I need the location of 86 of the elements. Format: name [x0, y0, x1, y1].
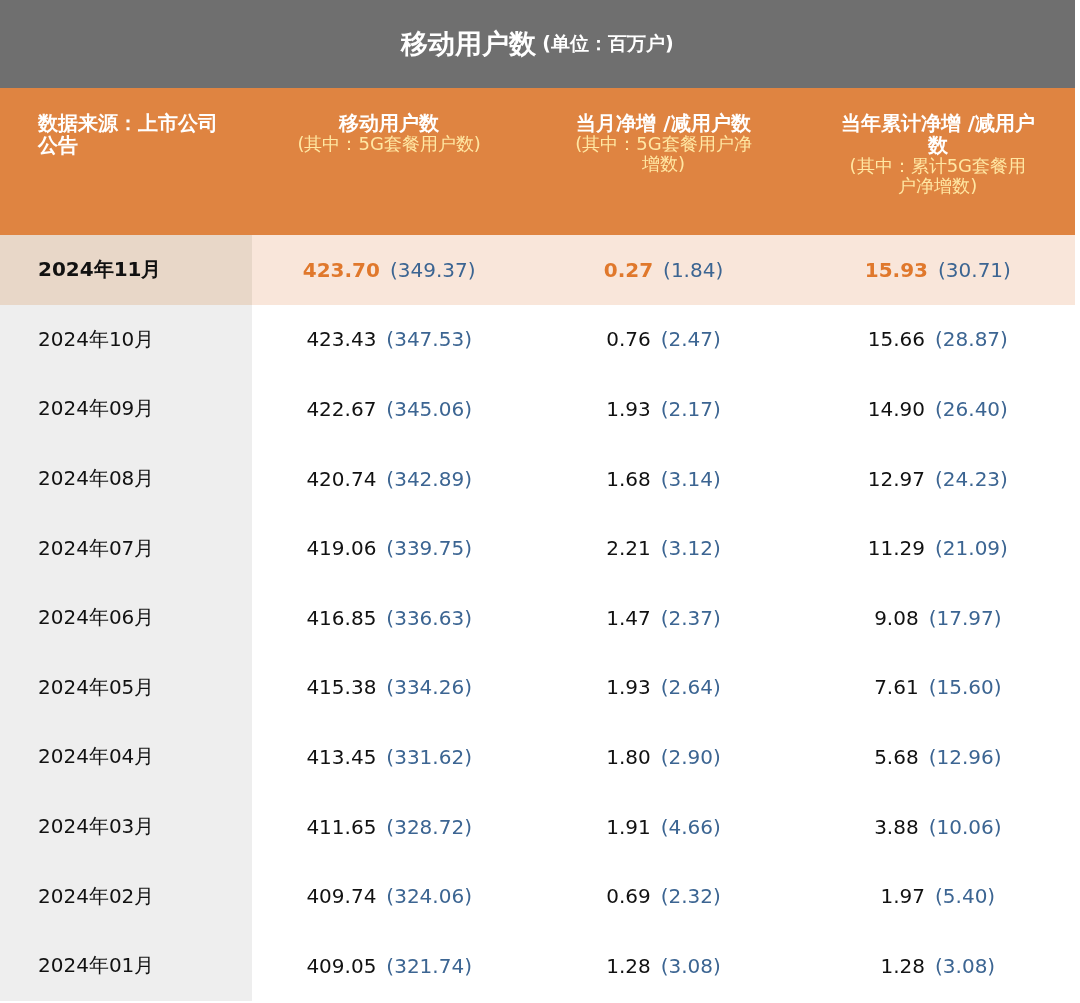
value-text: 1.97 [880, 884, 925, 909]
5g-value-text: (30.71) [938, 257, 1011, 282]
5g-value-text: (347.53) [386, 327, 472, 352]
5g-value-text: (17.97) [928, 605, 1002, 630]
value-text: 423.70 [302, 257, 380, 282]
5g-value-text: (26.40) [935, 397, 1008, 421]
month-cell: 2024年07月 [0, 513, 252, 583]
5g-value-text: (2.32) [660, 884, 721, 909]
value-text: 0.76 [606, 327, 651, 352]
5g-value-text: (4.66) [660, 814, 721, 839]
5g-value-text: (28.87) [935, 327, 1008, 352]
value-text: 15.93 [864, 257, 928, 282]
value-text: 416.85 [306, 605, 377, 630]
5g-value-text: (21.09) [935, 536, 1008, 561]
5g-value-text: (15.60) [928, 675, 1002, 700]
value-text: 1.28 [606, 953, 651, 978]
column-header: 当月净增 /减用户数 [576, 112, 751, 134]
5g-value-text: (3.08) [660, 953, 721, 978]
value-text: 422.67 [306, 397, 377, 421]
5g-value-text: (2.47) [660, 327, 721, 352]
column-header: 移动用户数 [339, 112, 440, 134]
value-text: 419.06 [306, 536, 377, 561]
value-text: 14.90 [867, 397, 925, 421]
value-text: 1.28 [880, 953, 925, 978]
value-text: 1.47 [606, 605, 651, 630]
5g-value-text: (2.37) [660, 605, 721, 630]
value-text: 413.45 [306, 744, 377, 769]
month-cell: 2024年02月 [0, 861, 252, 931]
month-cell: 2024年10月 [0, 304, 252, 375]
5g-value-text: (324.06) [386, 884, 472, 909]
5g-value-text: (2.64) [660, 675, 721, 700]
value-text: 409.05 [306, 953, 377, 978]
5g-value-text: (345.06) [386, 397, 472, 421]
5g-value-text: (328.72) [386, 814, 472, 839]
value-text: 1.93 [606, 675, 651, 700]
column-note: (其中：5G套餐用户净增数) [574, 134, 753, 174]
value-text: 415.38 [306, 675, 377, 700]
value-text: 420.74 [306, 466, 377, 491]
value-text: 15.66 [867, 327, 925, 352]
5g-value-text: (342.89) [386, 466, 472, 491]
month-cell: 2024年05月 [0, 652, 252, 723]
month-cell: 2024年04月 [0, 722, 252, 792]
value-text: 1.80 [606, 744, 651, 769]
column-note: (其中：累计5G套餐用户净增数) [848, 156, 1028, 196]
value-text: 0.27 [603, 257, 654, 282]
value-text: 11.29 [867, 536, 925, 561]
column-header: 当年累计净增 /减用户数 [840, 112, 1035, 156]
5g-value-text: (2.17) [660, 397, 721, 421]
value-text: 3.88 [874, 814, 919, 839]
value-text: 1.91 [606, 814, 651, 839]
5g-value-text: (12.96) [928, 744, 1002, 769]
month-cell: 2024年06月 [0, 582, 252, 653]
5g-value-text: (2.90) [660, 744, 721, 769]
5g-value-text: (334.26) [386, 675, 472, 700]
value-text: 423.43 [306, 327, 377, 352]
5g-value-text: (3.12) [660, 536, 721, 561]
5g-value-text: (24.23) [935, 466, 1008, 491]
value-text: 409.74 [306, 884, 377, 909]
value-text: 12.97 [867, 466, 925, 491]
month-cell: 2024年08月 [0, 443, 252, 514]
5g-value-text: (5.40) [935, 884, 996, 909]
5g-value-text: (3.08) [935, 953, 996, 978]
table-title: 移动用户数 [401, 27, 537, 61]
value-text: 7.61 [874, 675, 919, 700]
month-cell: 2024年11月 [0, 235, 252, 305]
5g-value-text: (349.37) [389, 257, 476, 282]
month-cell: 2024年01月 [0, 930, 252, 1001]
month-cell: 2024年03月 [0, 791, 252, 862]
5g-value-text: (3.14) [660, 466, 721, 491]
5g-value-text: (331.62) [386, 744, 472, 769]
value-text: 9.08 [874, 605, 919, 630]
5g-value-text: (336.63) [386, 605, 472, 630]
5g-value-text: (10.06) [928, 814, 1002, 839]
value-text: 1.68 [606, 466, 651, 491]
5g-value-text: (321.74) [386, 953, 472, 978]
month-cell: 2024年09月 [0, 374, 252, 444]
5g-value-text: (339.75) [386, 536, 472, 561]
value-text: 411.65 [306, 814, 377, 839]
value-text: 1.93 [606, 397, 651, 421]
value-text: 0.69 [606, 884, 651, 909]
column-note: (其中：5G套餐用户数) [297, 134, 481, 154]
value-text: 2.21 [606, 536, 651, 561]
value-text: 5.68 [874, 744, 919, 769]
unit-label: (单位：百万户) [542, 31, 674, 56]
5g-value-text: (1.84) [663, 257, 724, 282]
column-header: 数据来源：上市公司公告 [38, 112, 219, 156]
